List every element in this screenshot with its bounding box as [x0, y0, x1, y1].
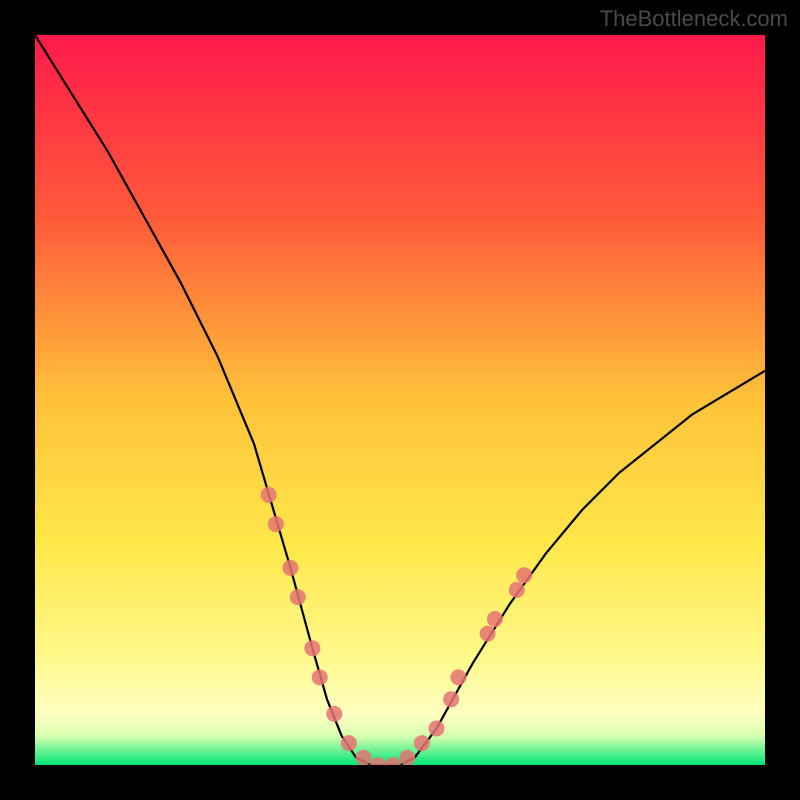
watermark-text: TheBottleneck.com	[600, 6, 788, 32]
highlight-marker	[341, 735, 357, 751]
highlight-marker	[487, 611, 503, 627]
highlight-marker	[450, 669, 466, 685]
highlight-marker	[399, 750, 415, 765]
highlight-marker	[268, 516, 284, 532]
chart-area	[35, 35, 765, 765]
highlight-marker	[356, 750, 372, 765]
highlight-marker	[480, 626, 496, 642]
highlight-marker	[283, 560, 299, 576]
highlight-marker	[326, 706, 342, 722]
highlight-marker	[414, 735, 430, 751]
gradient-background	[35, 35, 765, 765]
highlight-marker	[516, 567, 532, 583]
highlight-marker	[304, 640, 320, 656]
highlight-marker	[261, 487, 277, 503]
chart-svg	[35, 35, 765, 765]
highlight-marker	[443, 691, 459, 707]
highlight-marker	[312, 669, 328, 685]
highlight-marker	[290, 589, 306, 605]
highlight-marker	[429, 721, 445, 737]
highlight-marker	[509, 582, 525, 598]
